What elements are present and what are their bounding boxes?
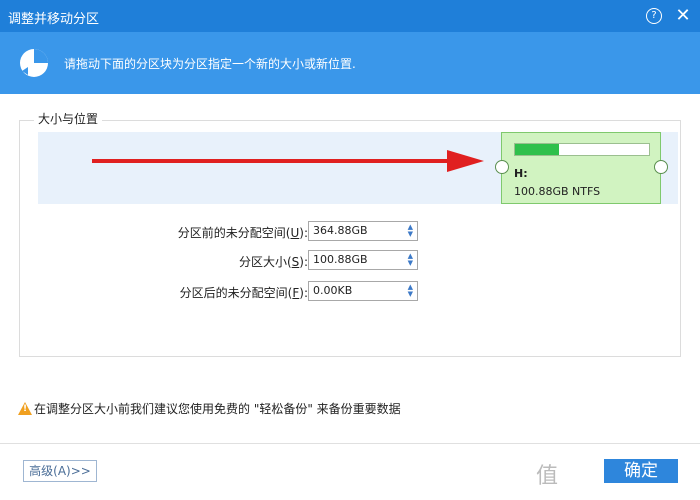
field-after-unallocated: 分区后的未分配空间(F): 0.00KB ▲ ▼ [0,281,700,301]
warning-icon: ! [18,402,32,415]
partition-size: 100.88GB NTFS [514,185,601,198]
before-space-spinbox[interactable]: 364.88GB ▲ ▼ [308,221,418,241]
instruction-banner: 请拖动下面的分区块为分区指定一个新的大小或新位置. [0,32,700,94]
warning-text: 在调整分区大小前我们建议您使用免费的 "轻松备份" 来备份重要数据 [34,402,401,416]
partition-letter: H: [514,167,528,180]
spinbox-value[interactable]: 0.00KB [313,284,352,297]
resize-handle-right[interactable] [654,160,668,174]
usage-fill [515,144,560,155]
spin-down-icon[interactable]: ▼ [408,230,413,238]
spin-down-icon[interactable]: ▼ [408,290,413,298]
divider [0,443,700,444]
spinbox-value[interactable]: 364.88GB [313,224,368,237]
spin-down-icon[interactable]: ▼ [408,259,413,267]
resize-handle-left[interactable] [495,160,509,174]
usage-bar [514,143,650,156]
group-label: 大小与位置 [34,110,103,127]
close-icon[interactable]: ✕ [674,7,692,25]
field-before-unallocated: 分区前的未分配空间(U): 364.88GB ▲ ▼ [0,221,700,241]
backup-warning: ! 在调整分区大小前我们建议您使用免费的 "轻松备份" 来备份重要数据 [18,400,401,417]
title-bar: 调整并移动分区 ? ✕ [0,0,700,32]
help-icon[interactable]: ? [646,8,662,24]
banner-text: 请拖动下面的分区块为分区指定一个新的大小或新位置. [64,57,356,71]
drag-arrow-icon [92,150,484,172]
window-title: 调整并移动分区 [8,12,100,27]
ok-button[interactable]: 确定 [604,459,678,483]
partition-size-spinbox[interactable]: 100.88GB ▲ ▼ [308,250,418,270]
partition-tool-icon [20,49,48,77]
field-label: 分区大小(S): [238,255,308,269]
field-label: 分区后的未分配空间(F): [179,286,308,300]
field-partition-size: 分区大小(S): 100.88GB ▲ ▼ [0,250,700,270]
after-space-spinbox[interactable]: 0.00KB ▲ ▼ [308,281,418,301]
watermark-icon: 值 [536,464,559,489]
partition-block[interactable]: H: 100.88GB NTFS [501,132,661,204]
field-label: 分区前的未分配空间(U): [177,226,308,240]
advanced-button[interactable]: 高级(A)>> [23,460,97,482]
spinbox-value[interactable]: 100.88GB [313,253,368,266]
